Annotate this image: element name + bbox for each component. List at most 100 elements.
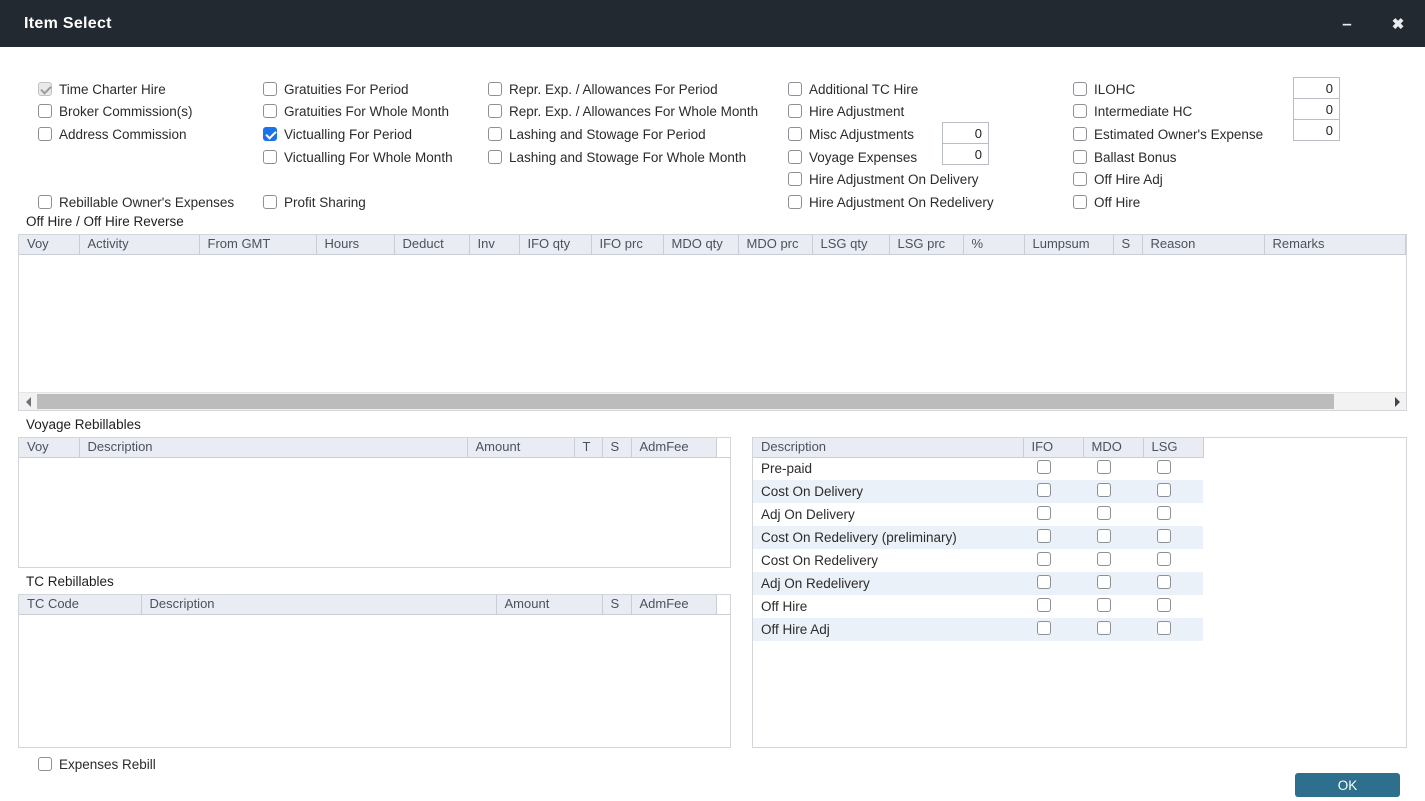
- address-commission-checkbox[interactable]: [38, 127, 52, 141]
- cost-on-redelivery-ifo-checkbox[interactable]: [1037, 552, 1051, 566]
- checkbox-ballast-bonus[interactable]: Ballast Bonus: [1073, 149, 1177, 165]
- tc-col-admfee[interactable]: AdmFee: [631, 595, 716, 614]
- expenses-rebill-checkbox[interactable]: [38, 757, 52, 771]
- offhire-col-ifo-qty[interactable]: IFO qty: [519, 235, 591, 254]
- scroll-left-button[interactable]: [19, 393, 37, 410]
- voyage-expenses-input[interactable]: [942, 143, 989, 165]
- offhire-col-ifo-prc[interactable]: IFO prc: [591, 235, 663, 254]
- estimated-owners-expense-input[interactable]: [1293, 119, 1340, 141]
- cost-on-delivery-ifo-checkbox[interactable]: [1037, 483, 1051, 497]
- tc-col-s[interactable]: S: [602, 595, 631, 614]
- offhire-col-activity[interactable]: Activity: [79, 235, 199, 254]
- voyage-col-amount[interactable]: Amount: [467, 438, 574, 457]
- cost-on-delivery-lsg-checkbox[interactable]: [1157, 483, 1171, 497]
- minimize-icon[interactable]: –: [1333, 0, 1361, 47]
- off-hire-adj-mdo-checkbox[interactable]: [1097, 621, 1111, 635]
- profit-sharing-checkbox[interactable]: [263, 195, 277, 209]
- checkbox-ilohc[interactable]: ILOHC: [1073, 81, 1135, 97]
- checkbox-hire-adjustment[interactable]: Hire Adjustment: [788, 103, 904, 119]
- misc-adjustments-checkbox[interactable]: [788, 127, 802, 141]
- checkbox-additional-tc-hire[interactable]: Additional TC Hire: [788, 81, 918, 97]
- offhire-horizontal-scrollbar[interactable]: [19, 392, 1406, 410]
- off-hire-lsg-checkbox[interactable]: [1157, 598, 1171, 612]
- offhire-col-deduct[interactable]: Deduct: [394, 235, 469, 254]
- tc-col-amount[interactable]: Amount: [496, 595, 602, 614]
- ilohc-checkbox[interactable]: [1073, 82, 1087, 96]
- offhire-col-inv[interactable]: Inv: [469, 235, 519, 254]
- gratuities-for-period-checkbox[interactable]: [263, 82, 277, 96]
- adj-on-redelivery-ifo-checkbox[interactable]: [1037, 575, 1051, 589]
- cost-on-redelivery-preliminary-mdo-checkbox[interactable]: [1097, 529, 1111, 543]
- hire-adjustment-on-delivery-checkbox[interactable]: [788, 172, 802, 186]
- broker-commissions-checkbox[interactable]: [38, 104, 52, 118]
- offhire-col-remarks[interactable]: Remarks: [1264, 235, 1406, 254]
- offhire-col-percent[interactable]: %: [963, 235, 1024, 254]
- gratuities-for-whole-month-checkbox[interactable]: [263, 104, 277, 118]
- cost-on-redelivery-lsg-checkbox[interactable]: [1157, 552, 1171, 566]
- checkbox-estimated-owners-expense[interactable]: Estimated Owner's Expense: [1073, 126, 1263, 142]
- checkbox-time-charter-hire[interactable]: Time Charter Hire: [38, 81, 166, 97]
- voyage-col-voy[interactable]: Voy: [19, 438, 79, 457]
- additional-tc-hire-checkbox[interactable]: [788, 82, 802, 96]
- hire-adjustment-on-redelivery-checkbox[interactable]: [788, 195, 802, 209]
- off-hire-adj-checkbox[interactable]: [1073, 172, 1087, 186]
- ilohc-input[interactable]: [1293, 77, 1340, 99]
- victualling-for-whole-month-checkbox[interactable]: [263, 150, 277, 164]
- pre-paid-ifo-checkbox[interactable]: [1037, 460, 1051, 474]
- cost-on-redelivery-preliminary-lsg-checkbox[interactable]: [1157, 529, 1171, 543]
- checkbox-rebillable-owners-expenses[interactable]: Rebillable Owner's Expenses: [38, 194, 234, 210]
- checkbox-hire-adjustment-on-delivery[interactable]: Hire Adjustment On Delivery: [788, 171, 979, 187]
- offhire-col-from-gmt[interactable]: From GMT: [199, 235, 316, 254]
- intermediate-hc-input[interactable]: [1293, 98, 1340, 120]
- off-hire-adj-ifo-checkbox[interactable]: [1037, 621, 1051, 635]
- checkbox-off-hire-adj[interactable]: Off Hire Adj: [1073, 171, 1163, 187]
- estimated-owners-expense-checkbox[interactable]: [1073, 127, 1087, 141]
- cost-on-redelivery-preliminary-ifo-checkbox[interactable]: [1037, 529, 1051, 543]
- offhire-col-mdo-qty[interactable]: MDO qty: [663, 235, 738, 254]
- checkbox-lashing-and-stowage-for-period[interactable]: Lashing and Stowage For Period: [488, 126, 706, 142]
- checkbox-broker-commissions[interactable]: Broker Commission(s): [38, 103, 193, 119]
- checkbox-address-commission[interactable]: Address Commission: [38, 126, 187, 142]
- pre-paid-lsg-checkbox[interactable]: [1157, 460, 1171, 474]
- offhire-col-hours[interactable]: Hours: [316, 235, 394, 254]
- close-icon[interactable]: ✖: [1384, 0, 1412, 47]
- tc-col-description[interactable]: Description: [141, 595, 496, 614]
- adj-on-redelivery-lsg-checkbox[interactable]: [1157, 575, 1171, 589]
- offhire-col-lsg-qty[interactable]: LSG qty: [812, 235, 889, 254]
- checkbox-lashing-and-stowage-for-whole-month[interactable]: Lashing and Stowage For Whole Month: [488, 149, 746, 165]
- off-hire-checkbox[interactable]: [1073, 195, 1087, 209]
- off-hire-ifo-checkbox[interactable]: [1037, 598, 1051, 612]
- voyage-col-t[interactable]: T: [574, 438, 602, 457]
- scroll-thumb[interactable]: [37, 394, 1334, 409]
- checkbox-repr-exp-allowances-for-period[interactable]: Repr. Exp. / Allowances For Period: [488, 81, 718, 97]
- checkbox-gratuities-for-whole-month[interactable]: Gratuities For Whole Month: [263, 103, 449, 119]
- tc-col-tc-code[interactable]: TC Code: [19, 595, 141, 614]
- lashing-and-stowage-for-period-checkbox[interactable]: [488, 127, 502, 141]
- repr-exp-allowances-for-whole-month-checkbox[interactable]: [488, 104, 502, 118]
- voyage-expenses-checkbox[interactable]: [788, 150, 802, 164]
- offhire-col-mdo-prc[interactable]: MDO prc: [738, 235, 812, 254]
- adj-on-redelivery-mdo-checkbox[interactable]: [1097, 575, 1111, 589]
- checkbox-expenses-rebill[interactable]: Expenses Rebill: [38, 756, 156, 772]
- checkbox-off-hire[interactable]: Off Hire: [1073, 194, 1140, 210]
- pre-paid-mdo-checkbox[interactable]: [1097, 460, 1111, 474]
- checkbox-gratuities-for-period[interactable]: Gratuities For Period: [263, 81, 409, 97]
- checkbox-victualling-for-whole-month[interactable]: Victualling For Whole Month: [263, 149, 453, 165]
- checkbox-profit-sharing[interactable]: Profit Sharing: [263, 194, 366, 210]
- checkbox-misc-adjustments[interactable]: Misc Adjustments: [788, 126, 914, 142]
- rebillable-owners-expenses-checkbox[interactable]: [38, 195, 52, 209]
- misc-adjustments-input[interactable]: [942, 122, 989, 144]
- adj-on-delivery-ifo-checkbox[interactable]: [1037, 506, 1051, 520]
- voyage-col-description[interactable]: Description: [79, 438, 467, 457]
- ok-button[interactable]: OK: [1295, 773, 1400, 797]
- checkbox-victualling-for-period[interactable]: Victualling For Period: [263, 126, 412, 142]
- checkbox-intermediate-hc[interactable]: Intermediate HC: [1073, 103, 1192, 119]
- ballast-bonus-checkbox[interactable]: [1073, 150, 1087, 164]
- victualling-for-period-checkbox[interactable]: [263, 127, 277, 141]
- time-charter-hire-checkbox[interactable]: [38, 82, 52, 96]
- offhire-col-reason[interactable]: Reason: [1142, 235, 1264, 254]
- adj-on-delivery-mdo-checkbox[interactable]: [1097, 506, 1111, 520]
- checkbox-hire-adjustment-on-redelivery[interactable]: Hire Adjustment On Redelivery: [788, 194, 994, 210]
- repr-exp-allowances-for-period-checkbox[interactable]: [488, 82, 502, 96]
- cost-on-delivery-mdo-checkbox[interactable]: [1097, 483, 1111, 497]
